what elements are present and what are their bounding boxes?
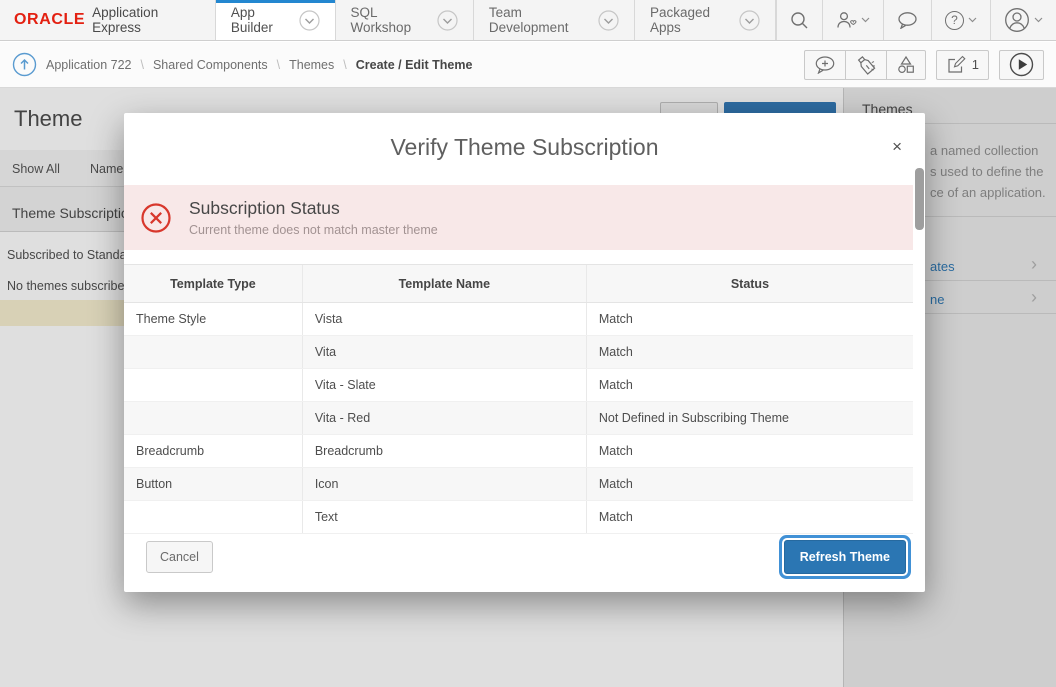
table-cell-status: Match: [586, 369, 913, 402]
brand-logo[interactable]: ORACLE Application Express: [0, 0, 215, 40]
table-row: Vita - Red Not Defined in Subscribing Th…: [124, 402, 913, 435]
user-avatar-icon: [1004, 7, 1030, 33]
help-icon: ?: [945, 11, 964, 30]
caret-down-icon: [1034, 17, 1043, 23]
tab-packaged-apps[interactable]: Packaged Apps: [634, 0, 776, 40]
flashlight-icon: [855, 54, 877, 76]
cancel-button[interactable]: Cancel: [146, 541, 213, 573]
edit-page-button[interactable]: 1: [936, 50, 989, 80]
table-cell-status: Match: [586, 468, 913, 501]
advisor-button[interactable]: [845, 50, 887, 80]
search-button[interactable]: [776, 0, 822, 40]
feedback-bubble-plus-icon: [814, 55, 836, 74]
breadcrumb: Application 722 \ Shared Components \ Th…: [46, 58, 472, 72]
dialog-title: Verify Theme Subscription: [124, 113, 925, 161]
table-cell-status: Match: [586, 501, 913, 534]
table-cell-name: Text: [302, 501, 586, 534]
close-icon[interactable]: ×: [888, 134, 906, 159]
table-row: Button Icon Match: [124, 468, 913, 501]
tab-sql-workshop[interactable]: SQL Workshop: [335, 0, 473, 40]
table-cell-status: Match: [586, 303, 913, 336]
search-icon: [790, 11, 809, 30]
shared-components-button[interactable]: [886, 50, 926, 80]
table-cell-status: Not Defined in Subscribing Theme: [586, 402, 913, 435]
tab-label: SQL Workshop: [351, 5, 428, 35]
table-cell-name: Breadcrumb: [302, 435, 586, 468]
oracle-logo: ORACLE: [14, 11, 85, 29]
feedback-button[interactable]: [804, 50, 846, 80]
up-level-icon[interactable]: [12, 52, 37, 77]
subscription-status-alert: Subscription Status Current theme does n…: [124, 185, 913, 250]
dialog-footer: Cancel Refresh Theme: [146, 540, 911, 574]
utility-button-group: [804, 50, 926, 80]
error-circle-x-icon: [140, 202, 172, 234]
table-row: Theme Style Vista Match: [124, 303, 913, 336]
tab-team-development[interactable]: Team Development: [473, 0, 634, 40]
table-header-row: Template Type Template Name Status: [124, 265, 913, 303]
breadcrumb-shared-components[interactable]: Shared Components: [153, 58, 268, 72]
table-cell-name: Vista: [302, 303, 586, 336]
edit-pencil-icon: [946, 55, 966, 75]
modal-scrollbar-thumb[interactable]: [915, 168, 924, 230]
table-cell-name: Vita: [302, 336, 586, 369]
alert-text-block: Subscription Status Current theme does n…: [189, 198, 438, 237]
administration-menu-button[interactable]: [822, 0, 883, 40]
breadcrumb-current-page: Create / Edit Theme: [356, 58, 473, 72]
breadcrumb-separator: \: [140, 58, 143, 72]
table-cell-name: Vita - Red: [302, 402, 586, 435]
dialog-header: Verify Theme Subscription ×: [124, 113, 925, 185]
table-cell-type: Theme Style: [124, 303, 302, 336]
table-cell-status: Match: [586, 336, 913, 369]
top-navbar: ORACLE Application Express App Builder S…: [0, 0, 1056, 41]
breadcrumb-separator: \: [343, 58, 346, 72]
tab-label: App Builder: [231, 5, 290, 35]
table-cell-type: [124, 402, 302, 435]
verify-theme-subscription-dialog: Verify Theme Subscription × Subscription…: [124, 113, 925, 592]
table-row: Breadcrumb Breadcrumb Match: [124, 435, 913, 468]
column-header-template-name: Template Name: [302, 265, 586, 303]
feedback-chat-button[interactable]: [883, 0, 931, 40]
chevron-down-circle-icon: [739, 10, 760, 31]
edit-page-number: 1: [972, 57, 979, 72]
alert-heading: Subscription Status: [189, 198, 438, 219]
table-cell-type: [124, 501, 302, 534]
table-cell-name: Icon: [302, 468, 586, 501]
chevron-down-circle-icon: [437, 10, 458, 31]
alert-message: Current theme does not match master them…: [189, 223, 438, 237]
table-cell-type: [124, 336, 302, 369]
refresh-theme-button[interactable]: Refresh Theme: [784, 540, 906, 574]
user-account-menu-button[interactable]: [990, 0, 1056, 40]
table-row: Vita Match: [124, 336, 913, 369]
caret-down-icon: [968, 17, 977, 23]
chevron-down-circle-icon: [299, 10, 320, 31]
table-cell-type: Breadcrumb: [124, 435, 302, 468]
breadcrumb-separator: \: [277, 58, 280, 72]
breadcrumb-themes[interactable]: Themes: [289, 58, 334, 72]
chat-bubble-icon: [897, 11, 918, 29]
verification-table: Template Type Template Name Status Theme…: [124, 264, 913, 534]
column-header-template-type: Template Type: [124, 265, 302, 303]
column-header-status: Status: [586, 265, 913, 303]
chevron-down-circle-icon: [598, 10, 619, 31]
caret-down-icon: [861, 17, 870, 23]
users-icon: [836, 11, 857, 29]
table-row: Text Match: [124, 501, 913, 534]
tab-label: Team Development: [489, 5, 589, 35]
play-icon: [1009, 52, 1034, 77]
table-cell-status: Match: [586, 435, 913, 468]
shapes-icon: [896, 55, 916, 74]
help-menu-button[interactable]: ?: [931, 0, 990, 40]
table-cell-name: Vita - Slate: [302, 369, 586, 402]
table-row: Vita - Slate Match: [124, 369, 913, 402]
run-application-button[interactable]: [999, 50, 1044, 80]
breadcrumb-bar: Application 722 \ Shared Components \ Th…: [0, 42, 1056, 88]
table-cell-type: [124, 369, 302, 402]
page-toolbar: 1: [804, 50, 1044, 80]
product-name: Application Express: [92, 5, 189, 35]
tab-label: Packaged Apps: [650, 5, 730, 35]
tab-app-builder[interactable]: App Builder: [215, 0, 335, 40]
breadcrumb-application[interactable]: Application 722: [46, 58, 131, 72]
table-cell-type: Button: [124, 468, 302, 501]
